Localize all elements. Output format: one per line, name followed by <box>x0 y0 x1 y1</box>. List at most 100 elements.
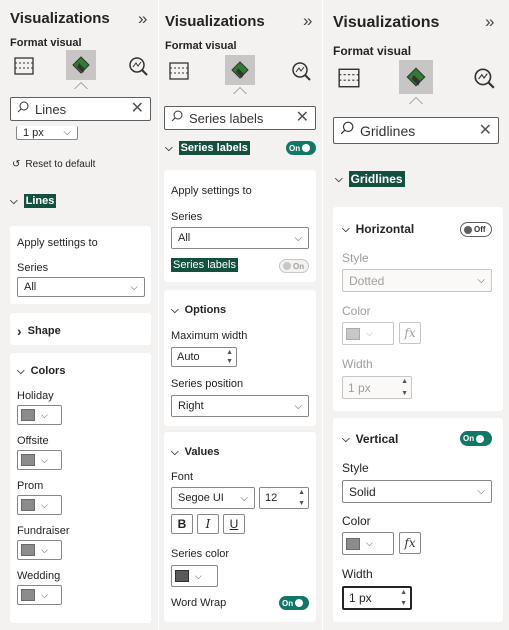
colors-card: ⌵ Colors Holiday ⌵ Offsite ⌵ Prom ⌵ Fund… <box>10 353 151 623</box>
format-visual-label: Format visual <box>10 37 82 49</box>
series-labels-section-header[interactable]: ⌵ Series labels <box>165 141 250 155</box>
search-icon <box>340 121 354 140</box>
build-visual-icon[interactable] <box>10 52 38 80</box>
series-dropdown[interactable]: All ⌵ <box>171 227 309 249</box>
reset-to-default-button[interactable]: ↺ Reset to default <box>12 159 95 170</box>
horizontal-color-picker[interactable]: ⌵ <box>342 322 394 345</box>
horizontal-width-label: Width <box>342 357 373 371</box>
font-label: Font <box>171 471 194 483</box>
color-picker[interactable]: ⌵ <box>17 495 62 515</box>
decrement-icon: ▼ <box>298 500 305 507</box>
chevron-down-icon: ⌵ <box>294 232 302 244</box>
chevron-down-icon: ⌵ <box>10 195 18 207</box>
horizontal-style-dropdown[interactable]: Dotted ⌵ <box>342 269 492 292</box>
vertical-width-input[interactable]: 1 px ▲ ▼ <box>342 586 412 610</box>
vertical-width-label: Width <box>342 567 373 581</box>
collapse-pane-icon[interactable]: » <box>303 11 312 31</box>
search-value: Gridlines <box>360 122 416 139</box>
options-header[interactable]: ⌵ Options <box>171 304 226 316</box>
vertical-toggle[interactable]: On <box>460 431 492 446</box>
vertical-header[interactable]: ⌵ Vertical <box>342 432 398 446</box>
format-pane-series-labels: Visualizations » Format visual Series la… <box>159 0 322 630</box>
series-dropdown[interactable]: All ⌵ <box>17 277 145 297</box>
shape-card[interactable]: › Shape <box>10 313 151 345</box>
apply-settings-heading: Apply settings to <box>171 185 252 197</box>
horizontal-color-label: Color <box>342 304 371 318</box>
analytics-icon[interactable] <box>287 57 315 85</box>
search-value: Series labels <box>189 110 264 126</box>
apply-settings-heading: Apply settings to <box>17 237 98 249</box>
chevron-down-icon: ⌵ <box>165 142 173 154</box>
chevron-down-icon: ⌵ <box>366 538 373 548</box>
italic-button[interactable]: I <box>197 514 219 534</box>
chevron-down-icon: ⌵ <box>342 433 350 445</box>
format-visual-label: Format visual <box>165 40 237 52</box>
search-input[interactable]: Gridlines ✕ <box>333 117 499 144</box>
bold-button[interactable]: B <box>171 514 193 534</box>
chevron-down-icon: ⌵ <box>171 446 179 458</box>
underline-button[interactable]: U <box>223 514 245 534</box>
build-visual-icon[interactable] <box>165 57 193 85</box>
selected-tab-indicator <box>74 82 88 89</box>
build-visual-icon[interactable] <box>333 62 365 94</box>
format-visual-icon[interactable] <box>66 50 96 80</box>
series-position-dropdown[interactable]: Right ⌵ <box>171 395 309 417</box>
color-picker[interactable]: ⌵ <box>17 450 62 470</box>
chevron-down-icon: ⌵ <box>342 223 350 235</box>
search-icon <box>171 109 183 127</box>
color-picker[interactable]: ⌵ <box>17 405 62 425</box>
chevron-down-icon: ⌵ <box>41 499 48 510</box>
colors-header[interactable]: ⌵ Colors <box>17 365 65 377</box>
clear-search-icon[interactable]: ✕ <box>479 122 492 139</box>
chevron-down-icon: ⌵ <box>171 304 179 316</box>
format-visual-icon[interactable] <box>399 60 433 94</box>
apply-settings-card: Apply settings to Series All ⌵ <box>10 226 151 304</box>
previous-width-dropdown[interactable]: 1 px ⌵ <box>16 126 78 140</box>
series-position-label: Series position <box>171 378 244 390</box>
analytics-icon[interactable] <box>124 52 152 80</box>
chevron-down-icon: ⌵ <box>477 275 485 286</box>
chevron-down-icon: ⌵ <box>17 365 25 377</box>
horizontal-width-input[interactable]: 1 px ▲ ▼ <box>342 376 412 399</box>
chevron-down-icon: ⌵ <box>366 328 373 338</box>
increment-icon: ▲ <box>400 589 407 596</box>
vertical-color-picker[interactable]: ⌵ <box>342 532 394 555</box>
series-color-picker[interactable]: ⌵ <box>171 565 218 587</box>
clear-search-icon[interactable]: ✕ <box>296 110 309 126</box>
horizontal-toggle[interactable]: Off <box>460 222 492 237</box>
decrement-icon: ▼ <box>400 600 407 607</box>
lines-section-header[interactable]: ⌵ Lines <box>10 194 57 208</box>
series-labels-toggle[interactable]: On <box>279 259 309 273</box>
font-size-input[interactable]: 12 ▲ ▼ <box>259 487 309 509</box>
search-input[interactable]: Series labels ✕ <box>164 106 316 130</box>
maximum-width-label: Maximum width <box>171 330 248 342</box>
font-family-dropdown[interactable]: Segoe UI ⌵ <box>171 487 255 509</box>
values-header[interactable]: ⌵ Values <box>171 446 219 458</box>
shape-header[interactable]: › Shape <box>17 323 61 339</box>
format-visual-icon[interactable] <box>225 55 255 85</box>
reset-icon: ↺ <box>12 159 21 170</box>
series-label: Series <box>17 262 49 274</box>
collapse-pane-icon[interactable]: » <box>138 9 147 29</box>
color-picker[interactable]: ⌵ <box>17 540 62 560</box>
series-labels-section-toggle[interactable]: On <box>286 141 316 155</box>
apply-settings-card: Apply settings to Series All ⌵ Series lab… <box>164 170 316 282</box>
horizontal-color-fx-button[interactable]: fx <box>399 322 421 344</box>
horizontal-card: ⌵ Horizontal Off Style Dotted ⌵ Color ⌵ f… <box>333 207 503 411</box>
color-picker[interactable]: ⌵ <box>17 585 62 605</box>
horizontal-header[interactable]: ⌵ Horizontal <box>342 222 414 236</box>
vertical-style-dropdown[interactable]: Solid ⌵ <box>342 480 492 503</box>
clear-search-icon[interactable]: ✕ <box>131 101 144 117</box>
search-input[interactable]: Lines ✕ <box>10 97 151 121</box>
chevron-down-icon: ⌵ <box>477 486 485 497</box>
chevron-down-icon: ⌵ <box>41 589 48 600</box>
analytics-icon[interactable] <box>468 62 500 94</box>
search-value: Lines <box>35 101 67 117</box>
gridlines-section-header[interactable]: ⌵ Gridlines <box>335 171 405 187</box>
series-color-label: Series color <box>171 548 230 560</box>
maximum-width-input[interactable]: Auto ▲ ▼ <box>171 347 237 367</box>
chevron-down-icon: ⌵ <box>41 544 48 555</box>
collapse-pane-icon[interactable]: » <box>485 12 494 32</box>
word-wrap-toggle[interactable]: On <box>279 596 309 610</box>
vertical-color-fx-button[interactable]: fx <box>399 532 421 554</box>
